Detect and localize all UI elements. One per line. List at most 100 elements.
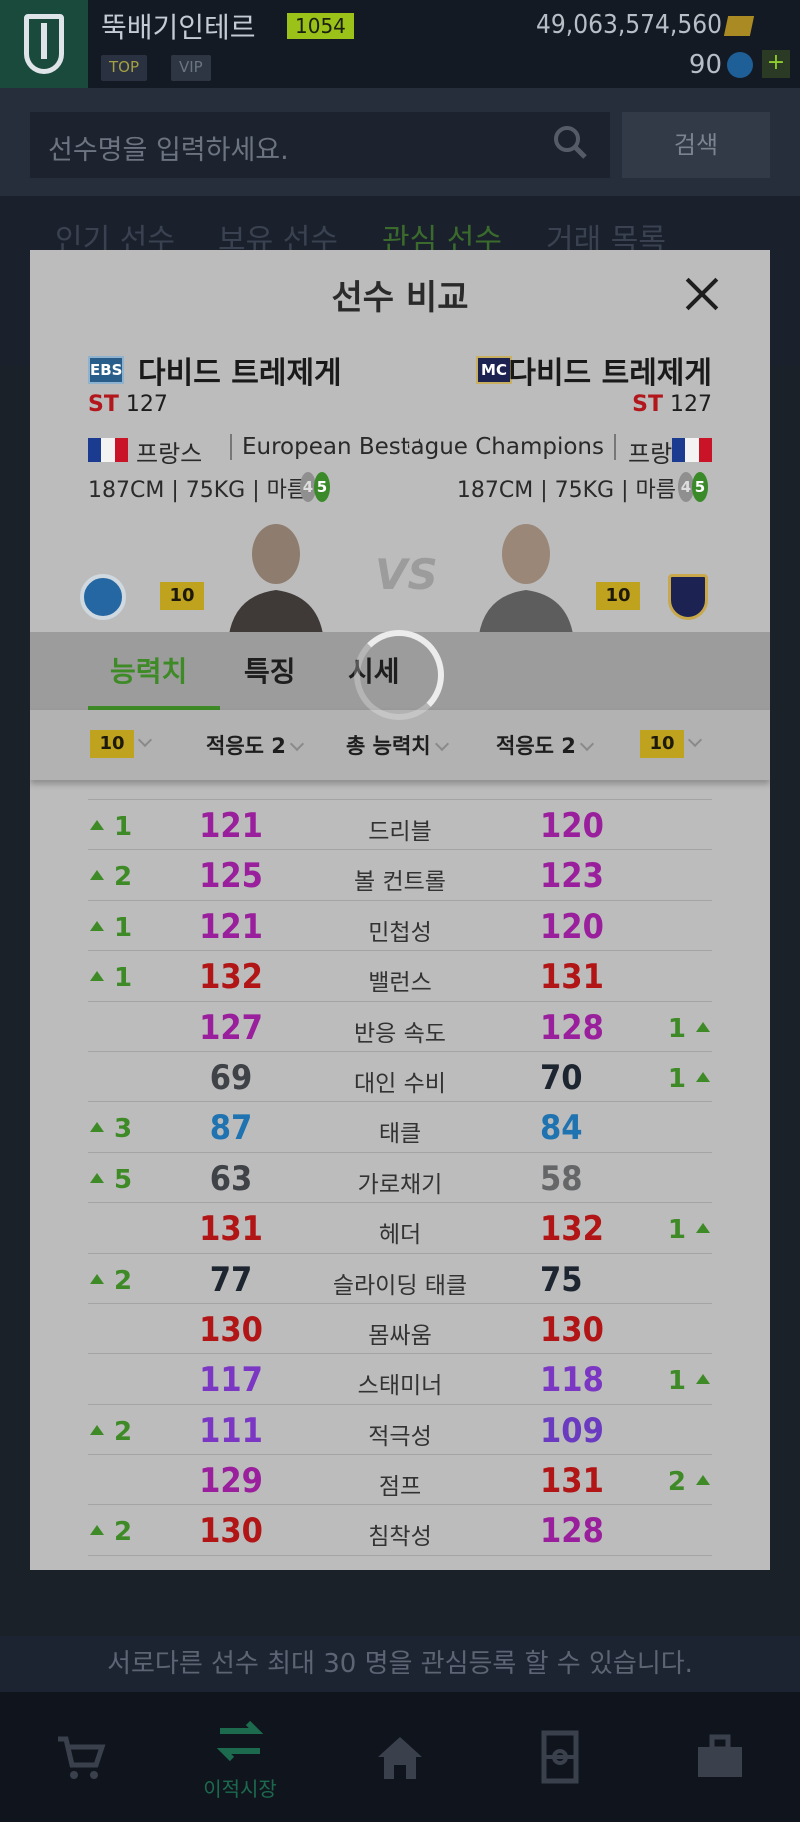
grade-select-left[interactable]: 10 xyxy=(90,730,153,758)
stat-diff-right: 1 xyxy=(668,1215,710,1245)
mode-select[interactable]: 총 능력치 xyxy=(346,730,449,760)
up-arrow-icon xyxy=(696,1071,710,1082)
stat-diff-right: 1 xyxy=(668,1014,710,1044)
stat-value-right: 58 xyxy=(540,1158,583,1199)
coin-icon xyxy=(723,16,755,36)
stat-row: 2 125 볼 컨트롤 123 xyxy=(88,850,712,901)
nav-squad[interactable] xyxy=(480,1692,640,1822)
body-info-right: 187CM | 75KG | 마름 xyxy=(456,478,676,503)
foot-icon-left: 45 xyxy=(300,472,334,502)
stat-name: 헤더 xyxy=(378,1222,422,1249)
adapt-select-right[interactable]: 적응도 2 xyxy=(496,730,594,760)
stat-value-right: 120 xyxy=(540,906,604,947)
nav-transfer-label: 이적시장 xyxy=(203,1776,277,1801)
stat-row: 129 점프 131 2 xyxy=(88,1455,712,1506)
club-logo[interactable] xyxy=(0,0,88,88)
up-arrow-icon xyxy=(90,971,104,982)
nation-left: 프랑스 xyxy=(136,440,203,468)
stat-value-right: 118 xyxy=(540,1360,604,1401)
ovr-right: 127 xyxy=(670,392,712,417)
nav-inventory[interactable] xyxy=(640,1692,800,1822)
search-input[interactable]: 선수명을 입력하세요. xyxy=(30,112,610,178)
position-right: ST 127 xyxy=(632,392,712,417)
nav-home[interactable] xyxy=(320,1692,480,1822)
stat-value-right: 128 xyxy=(540,1511,604,1552)
nickname: 뚝배기인테르 xyxy=(101,11,256,44)
adapt-select-left[interactable]: 적응도 2 xyxy=(206,730,304,760)
stat-row: 1 121 민첩성 120 xyxy=(88,901,712,952)
club-badge-left-icon xyxy=(80,574,126,620)
stat-row: 69 대인 수비 70 1 xyxy=(88,1052,712,1103)
stat-name: 민첩성 xyxy=(368,919,432,946)
close-icon[interactable] xyxy=(684,276,720,312)
stat-value-right: 123 xyxy=(540,856,604,897)
stat-name: 적극성 xyxy=(368,1423,432,1450)
up-arrow-icon xyxy=(90,1122,104,1133)
cart-icon xyxy=(58,1736,106,1779)
stat-name: 볼 컨트롤 xyxy=(354,869,446,896)
stat-name: 태클 xyxy=(378,1121,422,1148)
stat-diff-left: 2 xyxy=(90,1517,132,1547)
up-arrow-icon xyxy=(90,1172,104,1183)
ovr-left: 127 xyxy=(125,392,168,417)
stat-diff-right: 2 xyxy=(668,1467,710,1497)
up-arrow-icon xyxy=(90,870,104,881)
field-icon xyxy=(541,1730,579,1784)
player-portrait-left xyxy=(228,524,324,642)
player-name-right: 다비드 트레제게 xyxy=(508,356,712,391)
transfer-arrows-icon xyxy=(216,1720,264,1761)
stat-name: 몸싸움 xyxy=(368,1322,432,1349)
stats-list[interactable]: 1 121 드리블 120 2 125 볼 컨트롤 123 1 121 민첩성 120 1 132 밸런스 1… xyxy=(88,780,712,1556)
stat-row: 5 63 가로채기 58 xyxy=(88,1153,712,1204)
coin-balance: 49,063,574,560 xyxy=(536,10,722,40)
tab-stats[interactable]: 능력치 xyxy=(110,650,187,690)
nav-transfer-market[interactable]: 이적시장 xyxy=(160,1692,320,1822)
stat-value-right: 75 xyxy=(540,1259,583,1300)
stat-diff-left: 3 xyxy=(90,1114,132,1144)
stat-row: 127 반응 속도 128 1 xyxy=(88,1002,712,1052)
season-badge-right: MC xyxy=(476,356,512,384)
position-left: ST 127 xyxy=(88,392,168,417)
briefcase-icon xyxy=(698,1734,742,1777)
up-arrow-icon xyxy=(90,820,104,830)
stat-row: 3 87 태클 84 xyxy=(88,1102,712,1153)
stat-name: 스태미너 xyxy=(357,1373,443,1400)
compare-selectors: 10 적응도 2 총 능력치 적응도 2 10 xyxy=(30,710,770,780)
up-arrow-icon xyxy=(90,1525,104,1536)
grade-badge-left: 10 xyxy=(160,582,204,610)
home-icon xyxy=(378,1737,422,1779)
bottom-nav: 이적시장 xyxy=(0,1692,800,1822)
tab-traits[interactable]: 특징 xyxy=(244,650,296,690)
search-icon[interactable] xyxy=(552,124,588,160)
stat-diff-left: 2 xyxy=(90,1417,132,1447)
league-left: European Best Stars xyxy=(230,434,420,460)
up-arrow-icon xyxy=(696,1475,710,1486)
stat-name: 슬라이딩 태클 xyxy=(332,1272,468,1299)
stat-row: 117 스태미너 118 1 xyxy=(88,1354,712,1405)
stat-row: 1 132 밸런스 131 xyxy=(88,951,712,1002)
up-arrow-icon xyxy=(696,1223,710,1234)
stat-name: 드리블 xyxy=(368,819,432,845)
player-name-left: 다비드 트레제게 xyxy=(138,356,342,391)
up-arrow-icon xyxy=(90,1424,104,1435)
stat-value-right: 131 xyxy=(540,957,604,998)
stat-row: 2 130 침착성 128 xyxy=(88,1505,712,1556)
stat-value-right: 130 xyxy=(540,1309,604,1350)
stat-diff-left: 1 xyxy=(90,913,132,943)
stat-diff-left: 1 xyxy=(90,812,132,842)
up-arrow-icon xyxy=(696,1021,710,1032)
add-points-button[interactable]: + xyxy=(762,50,790,78)
france-flag-icon xyxy=(672,438,712,462)
modal-title: 선수 비교 xyxy=(331,278,469,318)
up-arrow-icon xyxy=(90,920,104,931)
search-button[interactable]: 검색 xyxy=(622,112,770,178)
loading-spinner-icon xyxy=(354,630,444,720)
stat-value-right: 128 xyxy=(540,1007,604,1048)
stat-row: 2 77 슬라이딩 태클 75 xyxy=(88,1254,712,1304)
stat-row-partial xyxy=(88,780,712,800)
stat-diff-left: 5 xyxy=(90,1165,132,1195)
grade-select-right[interactable]: 10 xyxy=(640,730,703,758)
stat-name: 점프 xyxy=(378,1474,422,1501)
stat-value-right: 132 xyxy=(540,1209,604,1250)
nav-shop[interactable] xyxy=(0,1692,160,1822)
